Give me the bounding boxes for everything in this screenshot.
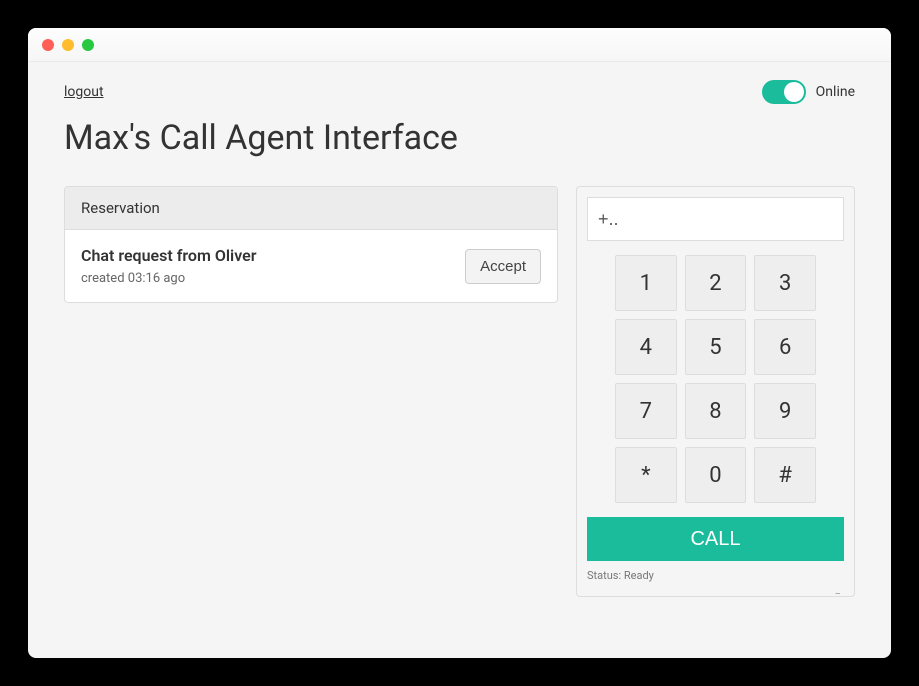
key-7[interactable]: 7 <box>615 383 677 439</box>
key-9[interactable]: 9 <box>754 383 816 439</box>
reservation-subtitle: created 03:16 ago <box>81 271 257 286</box>
phone-number-input[interactable] <box>587 197 844 241</box>
online-status: Online <box>762 80 855 104</box>
window-minimize-icon[interactable] <box>62 39 74 51</box>
key-6[interactable]: 6 <box>754 319 816 375</box>
window: logout Online Max's Call Agent Interface… <box>28 28 891 658</box>
window-close-icon[interactable] <box>42 39 54 51</box>
dialer-panel: 1 2 3 4 5 6 7 8 9 * 0 # CALL Status: Rea… <box>576 186 855 597</box>
reservation-header: Reservation <box>65 187 557 230</box>
logout-link[interactable]: logout <box>64 84 104 100</box>
window-maximize-icon[interactable] <box>82 39 94 51</box>
content-area: logout Online Max's Call Agent Interface… <box>28 62 891 633</box>
keypad: 1 2 3 4 5 6 7 8 9 * 0 # <box>587 255 844 503</box>
dialer-status: Status: Ready <box>587 569 844 588</box>
accept-button[interactable]: Accept <box>465 249 541 284</box>
resize-handle-icon[interactable]: _ <box>587 588 844 594</box>
key-star[interactable]: * <box>615 447 677 503</box>
reservation-panel: Reservation Chat request from Oliver cre… <box>64 186 558 303</box>
reservation-body: Chat request from Oliver created 03:16 a… <box>65 230 557 302</box>
main-row: Reservation Chat request from Oliver cre… <box>64 186 855 597</box>
key-8[interactable]: 8 <box>685 383 747 439</box>
key-hash[interactable]: # <box>754 447 816 503</box>
key-3[interactable]: 3 <box>754 255 816 311</box>
online-label: Online <box>816 84 855 100</box>
reservation-title: Chat request from Oliver <box>81 246 257 265</box>
key-1[interactable]: 1 <box>615 255 677 311</box>
topbar: logout Online <box>64 80 855 104</box>
key-0[interactable]: 0 <box>685 447 747 503</box>
key-2[interactable]: 2 <box>685 255 747 311</box>
key-5[interactable]: 5 <box>685 319 747 375</box>
reservation-info: Chat request from Oliver created 03:16 a… <box>81 246 257 286</box>
titlebar <box>28 28 891 62</box>
page-title: Max's Call Agent Interface <box>64 118 855 158</box>
toggle-knob-icon <box>784 82 804 102</box>
call-button[interactable]: CALL <box>587 517 844 561</box>
key-4[interactable]: 4 <box>615 319 677 375</box>
online-toggle[interactable] <box>762 80 806 104</box>
